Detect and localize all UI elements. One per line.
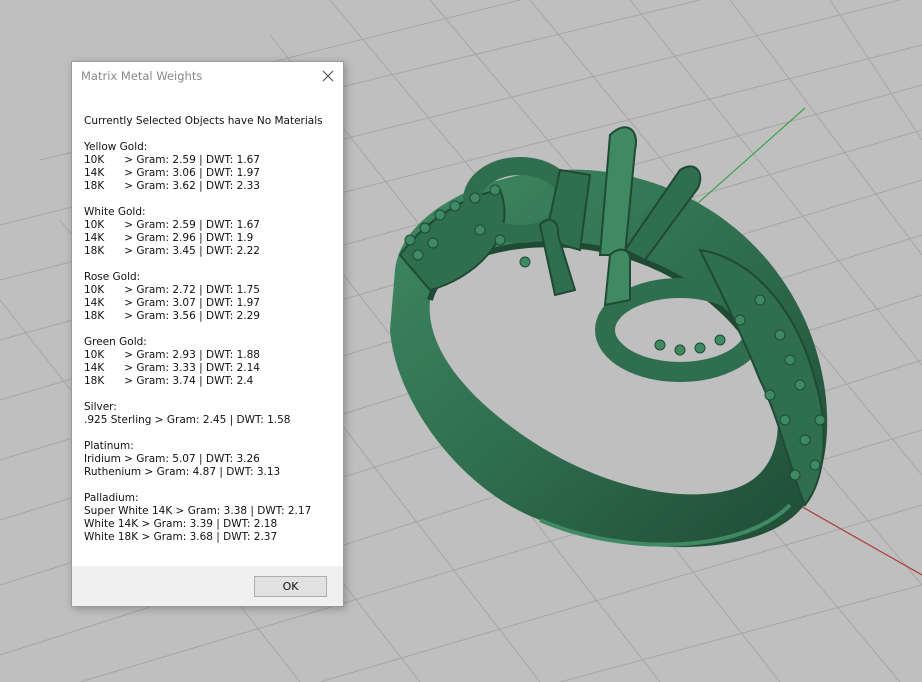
dialog-titlebar[interactable]: Matrix Metal Weights <box>72 62 343 90</box>
metal-group: Platinum: Iridium > Gram: 5.07 | DWT: 3.2… <box>84 440 337 479</box>
close-icon[interactable] <box>313 62 343 90</box>
dialog-footer: OK <box>72 566 343 606</box>
dialog-title: Matrix Metal Weights <box>81 69 203 83</box>
metal-weight-row: 14K > Gram: 3.33 | DWT: 2.14 <box>84 362 260 374</box>
metal-weight-row: 14K > Gram: 3.07 | DWT: 1.97 <box>84 297 260 309</box>
metal-group: Green Gold: 10K > Gram: 2.93 | DWT: 1.88 1… <box>84 336 337 388</box>
metal-weight-row: Super White 14K > Gram: 3.38 | DWT: 2.17 <box>84 505 312 517</box>
dialog-content: Currently Selected Objects have No Mater… <box>84 115 337 557</box>
metal-weight-row: 10K > Gram: 2.59 | DWT: 1.67 <box>84 154 260 166</box>
metal-group-name: White Gold: <box>84 206 146 218</box>
ok-button[interactable]: OK <box>254 576 327 597</box>
metal-weight-row: White 18K > Gram: 3.68 | DWT: 2.37 <box>84 531 278 543</box>
metal-group: Palladium: Super White 14K > Gram: 3.38 |… <box>84 492 337 544</box>
metal-weight-row: 18K > Gram: 3.74 | DWT: 2.4 <box>84 375 254 387</box>
selection-status-text: Currently Selected Objects have No Mater… <box>84 115 323 127</box>
metal-group-name: Green Gold: <box>84 336 147 348</box>
metal-group: Silver: .925 Sterling > Gram: 2.45 | DWT:… <box>84 401 337 427</box>
metal-weights-dialog: Matrix Metal Weights Currently Selected … <box>71 61 344 607</box>
metal-group-name: Rose Gold: <box>84 271 141 283</box>
metal-group: Yellow Gold: 10K > Gram: 2.59 | DWT: 1.67… <box>84 141 337 193</box>
metal-group-name: Palladium: <box>84 492 139 504</box>
ring-model[interactable] <box>390 126 828 548</box>
metal-weight-row: 14K > Gram: 2.96 | DWT: 1.9 <box>84 232 254 244</box>
metal-group-name: Silver: <box>84 401 117 413</box>
metal-weight-row: 18K > Gram: 3.45 | DWT: 2.22 <box>84 245 260 257</box>
metal-weight-row: Ruthenium > Gram: 4.87 | DWT: 3.13 <box>84 466 281 478</box>
metal-weight-row: 18K > Gram: 3.62 | DWT: 2.33 <box>84 180 260 192</box>
metal-groups: Yellow Gold: 10K > Gram: 2.59 | DWT: 1.67… <box>84 141 337 544</box>
metal-group-name: Yellow Gold: <box>84 141 148 153</box>
metal-weight-row: White 14K > Gram: 3.39 | DWT: 2.18 <box>84 518 278 530</box>
metal-weight-row: .925 Sterling > Gram: 2.45 | DWT: 1.58 <box>84 414 291 426</box>
metal-weight-row: 10K > Gram: 2.72 | DWT: 1.75 <box>84 284 260 296</box>
metal-group: Rose Gold: 10K > Gram: 2.72 | DWT: 1.75 14… <box>84 271 337 323</box>
metal-weight-row: Iridium > Gram: 5.07 | DWT: 3.26 <box>84 453 260 465</box>
metal-weight-row: 10K > Gram: 2.93 | DWT: 1.88 <box>84 349 260 361</box>
metal-weight-row: 18K > Gram: 3.56 | DWT: 2.29 <box>84 310 260 322</box>
metal-weight-row: 10K > Gram: 2.59 | DWT: 1.67 <box>84 219 260 231</box>
metal-group-name: Platinum: <box>84 440 134 452</box>
metal-group: White Gold: 10K > Gram: 2.59 | DWT: 1.67 1… <box>84 206 337 258</box>
metal-weight-row: 14K > Gram: 3.06 | DWT: 1.97 <box>84 167 260 179</box>
